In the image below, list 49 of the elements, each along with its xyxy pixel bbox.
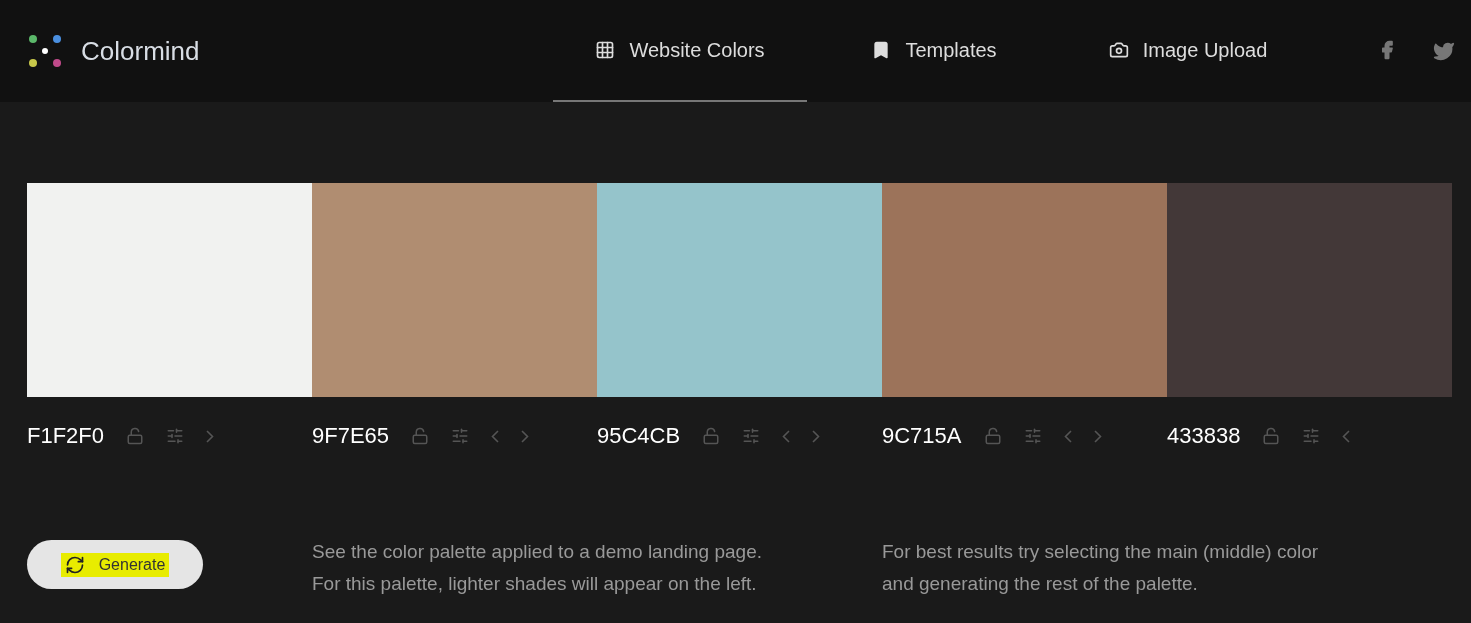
nav-tab[interactable]: Templates — [807, 0, 1061, 102]
twitter-icon — [1433, 40, 1455, 62]
move-left-button[interactable] — [1063, 429, 1072, 443]
lock-button[interactable] — [126, 427, 145, 445]
chevron-right-icon — [206, 429, 215, 443]
chevron-left-icon — [1342, 429, 1351, 443]
hex-code: 433838 — [1167, 423, 1241, 449]
refresh-icon — [64, 554, 85, 575]
nav-tab[interactable]: Website Colors — [553, 0, 807, 102]
chevron-left-icon — [491, 429, 500, 443]
brand-name: Colormind — [81, 35, 200, 67]
lock-button[interactable] — [411, 427, 430, 445]
move-left-button[interactable] — [1342, 429, 1351, 443]
move-right-button[interactable] — [521, 429, 530, 443]
chevron-left-icon — [782, 429, 791, 443]
hex-code: F1F2F0 — [27, 423, 105, 449]
logo-icon — [27, 33, 63, 69]
generate-button[interactable]: Generate — [27, 540, 203, 589]
hex-code: 9F7E65 — [312, 423, 390, 449]
color-swatch[interactable] — [597, 183, 882, 397]
adjust-button[interactable] — [1302, 427, 1321, 445]
move-right-button[interactable] — [1093, 429, 1102, 443]
nav-tab[interactable]: Image Upload — [1061, 0, 1315, 102]
move-right-button[interactable] — [812, 429, 821, 443]
camera-icon — [1108, 40, 1129, 60]
color-swatch[interactable] — [312, 183, 597, 397]
hex-code: 9C715A — [882, 423, 962, 449]
color-swatch[interactable] — [882, 183, 1167, 397]
info-text: For best results try selecting the main (middle) color and generating the rest of the palette. — [882, 540, 1320, 596]
color-swatch[interactable] — [27, 183, 312, 397]
color-swatch[interactable] — [1167, 183, 1452, 397]
hex-code: 95C4CB — [597, 423, 681, 449]
move-right-button[interactable] — [206, 429, 215, 443]
grid-icon — [595, 40, 616, 60]
move-left-button[interactable] — [491, 429, 500, 443]
chevron-right-icon — [812, 429, 821, 443]
chevron-right-icon — [1093, 429, 1102, 443]
adjust-button[interactable] — [1023, 427, 1042, 445]
move-left-button[interactable] — [782, 429, 791, 443]
info-text: See the color palette applied to a demo landing page. For this palette, lighter shades will appear on the left. — [312, 540, 763, 596]
lock-button[interactable] — [983, 427, 1002, 445]
adjust-button[interactable] — [166, 427, 185, 445]
adjust-button[interactable] — [451, 427, 470, 445]
chevron-right-icon — [521, 429, 530, 443]
adjust-button[interactable] — [742, 427, 761, 445]
lock-button[interactable] — [702, 427, 721, 445]
chevron-left-icon — [1063, 429, 1072, 443]
social-link[interactable] — [1433, 40, 1455, 62]
lock-button[interactable] — [1262, 427, 1281, 445]
